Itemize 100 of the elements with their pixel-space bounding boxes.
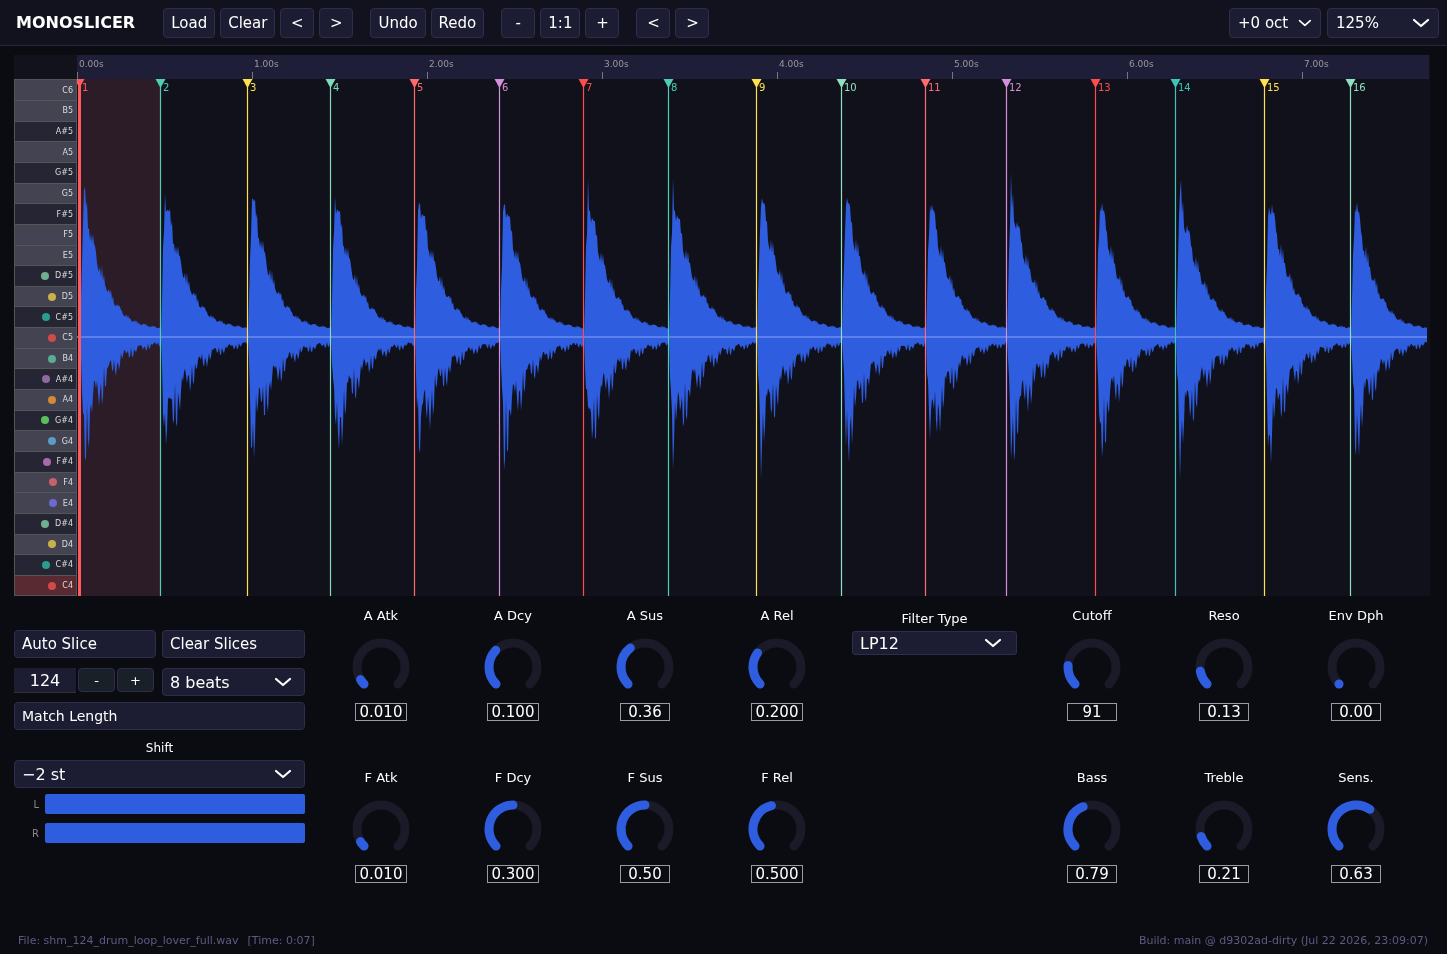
piano-key[interactable]: G#5 bbox=[15, 162, 76, 184]
piano-key[interactable]: B5 bbox=[15, 101, 76, 122]
piano-key[interactable]: C5 bbox=[15, 328, 76, 349]
piano-key[interactable]: A4 bbox=[15, 390, 76, 411]
piano-key[interactable]: D4 bbox=[15, 534, 76, 556]
piano-key[interactable]: D#5 bbox=[15, 266, 76, 287]
knob-value[interactable]: 0.00 bbox=[1331, 703, 1381, 722]
piano-key[interactable]: C#5 bbox=[15, 307, 76, 329]
slice-marker[interactable] bbox=[836, 79, 847, 597]
piano-key[interactable]: F#5 bbox=[15, 204, 76, 225]
toolbar-button[interactable]: 1:1 bbox=[540, 7, 581, 38]
piano-key[interactable]: A#5 bbox=[15, 121, 76, 143]
knob-value[interactable]: 0.63 bbox=[1331, 865, 1381, 884]
knob-value[interactable]: 0.010 bbox=[354, 703, 408, 722]
slice-number: 2 bbox=[163, 82, 170, 94]
chevron-down-icon bbox=[274, 677, 292, 688]
toolbar-button[interactable]: - bbox=[501, 7, 536, 38]
knob-label: F Rel bbox=[761, 770, 793, 788]
app-title: MONOSLICER bbox=[16, 13, 136, 33]
slice-marker[interactable] bbox=[242, 79, 253, 597]
piano-key[interactable]: E5 bbox=[15, 245, 76, 267]
toolbar-button[interactable]: Redo bbox=[430, 7, 485, 38]
piano-key[interactable]: A5 bbox=[15, 142, 76, 163]
slice-number: 14 bbox=[1178, 82, 1191, 94]
knob-value[interactable]: 91 bbox=[1067, 703, 1117, 722]
knob-label: F Atk bbox=[364, 770, 398, 788]
match-length-button[interactable]: Match Length bbox=[14, 702, 305, 731]
filter-type-dropdown[interactable]: LP12 bbox=[852, 631, 1017, 656]
auto-slice-button[interactable]: Auto Slice bbox=[14, 630, 156, 659]
toolbar-button[interactable]: > bbox=[675, 7, 710, 38]
knob-value[interactable]: 0.50 bbox=[620, 865, 670, 884]
slice-number: 11 bbox=[928, 82, 941, 94]
knob-label: A Rel bbox=[760, 608, 794, 626]
piano-key[interactable]: A#4 bbox=[15, 369, 76, 390]
slice-marker[interactable] bbox=[1001, 79, 1012, 597]
slice-marker[interactable] bbox=[1345, 79, 1356, 597]
piano-key[interactable]: G4 bbox=[15, 431, 76, 452]
slice-marker[interactable] bbox=[920, 79, 931, 597]
build-info: Build: main @ d9302ad-dirty (Jul 22 2026, 23:09:07) bbox=[1138, 933, 1428, 947]
piano-key[interactable]: F#4 bbox=[15, 451, 76, 473]
piano-key[interactable]: G5 bbox=[15, 183, 76, 205]
knob-label: A Sus bbox=[626, 608, 664, 626]
decrement-button[interactable]: - bbox=[78, 668, 115, 693]
filter-type-label: Filter Type bbox=[901, 611, 968, 627]
shift-label: Shift bbox=[144, 741, 175, 756]
knob-value[interactable]: 0.13 bbox=[1199, 703, 1249, 722]
bpm-field[interactable]: 124 bbox=[14, 668, 76, 694]
knob-label: Treble bbox=[1204, 770, 1244, 788]
knob-value[interactable]: 0.500 bbox=[750, 865, 804, 884]
time-label: 3.00s bbox=[604, 59, 629, 70]
piano-key[interactable]: G#4 bbox=[15, 410, 76, 432]
knob-label: Cutoff bbox=[1072, 608, 1112, 626]
piano-key[interactable]: D#4 bbox=[15, 513, 76, 535]
slice-number: 5 bbox=[417, 82, 424, 94]
time-label: 2.00s bbox=[429, 59, 454, 70]
piano-key[interactable]: F5 bbox=[15, 224, 76, 246]
knob-value[interactable]: 0.36 bbox=[620, 703, 670, 722]
clear-slices-button[interactable]: Clear Slices bbox=[162, 630, 305, 659]
toolbar-button[interactable]: Clear bbox=[220, 7, 276, 38]
piano-key[interactable]: F4 bbox=[15, 472, 76, 494]
toolbar-button[interactable]: Load bbox=[163, 7, 216, 38]
piano-key[interactable]: B4 bbox=[15, 348, 76, 370]
slice-number: 8 bbox=[671, 82, 678, 94]
slice-number: 3 bbox=[250, 82, 257, 94]
knob-label: Env Dph bbox=[1328, 608, 1384, 626]
file-name: File: shm_124_drum_loop_lover_full.wav bbox=[18, 933, 239, 947]
knob-value[interactable]: 0.200 bbox=[750, 703, 804, 722]
knob-value[interactable]: 0.79 bbox=[1067, 865, 1117, 884]
knob-label: F Dcy bbox=[494, 770, 532, 788]
knob-label: F Sus bbox=[627, 770, 663, 788]
toolbar-button[interactable]: < bbox=[636, 7, 671, 38]
toolbar-button[interactable]: Undo bbox=[370, 7, 426, 38]
slice-marker[interactable] bbox=[1259, 79, 1270, 597]
time-label: 6.00s bbox=[1129, 59, 1154, 70]
piano-key[interactable]: C#4 bbox=[15, 555, 76, 576]
piano-key[interactable]: C4 bbox=[15, 575, 76, 596]
slice-marker[interactable] bbox=[77, 79, 85, 597]
slice-number: 4 bbox=[333, 82, 340, 94]
knob-label: Sens. bbox=[1338, 770, 1374, 788]
toolbar-button[interactable]: < bbox=[280, 7, 315, 38]
knob-value[interactable]: 0.100 bbox=[486, 703, 540, 722]
increment-button[interactable]: + bbox=[117, 668, 154, 693]
knob-value[interactable]: 0.21 bbox=[1199, 865, 1249, 884]
slice-number: 16 bbox=[1353, 82, 1366, 94]
piano-key[interactable]: D5 bbox=[15, 286, 76, 308]
toolbar-button[interactable]: + bbox=[585, 7, 620, 38]
slice-marker[interactable] bbox=[1170, 79, 1181, 597]
shift-dropdown[interactable]: −2 st bbox=[14, 760, 305, 789]
slice-number: 12 bbox=[1009, 82, 1022, 94]
time-label: 4.00s bbox=[779, 59, 804, 70]
toolbar-button[interactable]: > bbox=[319, 7, 354, 38]
slice-marker[interactable] bbox=[1090, 79, 1101, 597]
piano-key[interactable]: C6 bbox=[15, 80, 76, 102]
length-dropdown[interactable]: 8 beats bbox=[162, 668, 305, 697]
knob-value[interactable]: 0.010 bbox=[354, 865, 408, 884]
piano-key[interactable]: E4 bbox=[15, 493, 76, 514]
octave-dropdown[interactable]: +0 oct bbox=[1229, 7, 1321, 38]
knob-value[interactable]: 0.300 bbox=[486, 865, 540, 884]
zoom-dropdown[interactable]: 125% bbox=[1327, 7, 1439, 38]
chevron-down-icon bbox=[274, 769, 292, 780]
